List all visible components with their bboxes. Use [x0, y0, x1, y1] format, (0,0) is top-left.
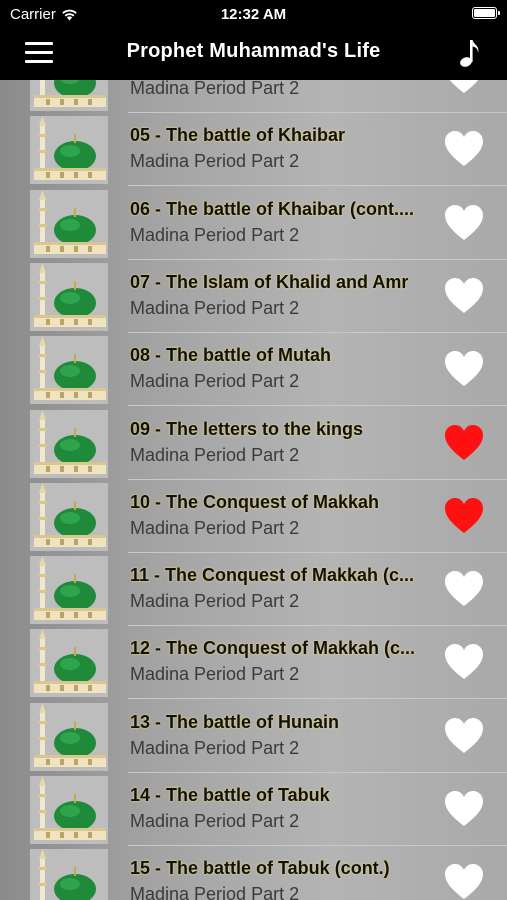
item-subtitle: Madina Period Part 2: [130, 224, 300, 245]
favorite-heart-icon[interactable]: [443, 423, 485, 463]
top-bar: Carrier 12:32 AM Prophet Muhammad's Life: [0, 0, 507, 80]
list-item[interactable]: 07 - The Islam of Khalid and Amr Madina P…: [0, 260, 507, 333]
mosque-thumbnail: [30, 116, 108, 185]
list-item[interactable]: 08 - The battle of Mutah Madina Period Pa…: [0, 333, 507, 407]
favorite-heart-icon[interactable]: [443, 862, 485, 900]
favorite-heart-icon[interactable]: [443, 349, 485, 389]
mosque-thumbnail: [30, 629, 108, 698]
item-subtitle: Madina Period Part 2: [130, 444, 300, 465]
episode-list[interactable]: Madina Period Part 2 05 - The battle of K…: [0, 80, 507, 900]
mosque-thumbnail: [30, 336, 108, 405]
status-bar: Carrier 12:32 AM: [0, 0, 507, 28]
item-title: 06 - The battle of Khaibar (cont....: [130, 198, 415, 219]
item-title: 12 - The Conquest of Makkah (c...: [130, 638, 416, 659]
mosque-thumbnail: [30, 556, 108, 625]
list-item[interactable]: 12 - The Conquest of Makkah (c... Madina …: [0, 626, 507, 700]
mosque-thumbnail: [30, 849, 108, 900]
mosque-thumbnail: [30, 776, 108, 844]
mosque-thumbnail: [30, 189, 108, 258]
item-subtitle: Madina Period Part 2: [130, 297, 300, 318]
favorite-heart-icon[interactable]: [443, 203, 485, 243]
list-item[interactable]: 06 - The battle of Khaibar (cont.... Madi…: [0, 187, 507, 260]
list-item[interactable]: 15 - The battle of Tabuk (cont.) Madina P…: [0, 846, 507, 900]
item-subtitle: Madina Period Part 2: [130, 591, 300, 612]
battery-icon: [472, 7, 500, 19]
item-subtitle: Madina Period Part 2: [130, 517, 300, 538]
mosque-thumbnail: [30, 80, 108, 111]
mosque-thumbnail: [30, 482, 108, 551]
page-title: Prophet Muhammad's Life: [126, 40, 381, 62]
mosque-thumbnail: [30, 262, 108, 331]
item-subtitle: Madina Period Part 2: [130, 664, 300, 685]
item-title: 14 - The battle of Tabuk: [130, 785, 330, 805]
favorite-heart-icon[interactable]: [443, 129, 485, 169]
list-item[interactable]: 14 - The battle of Tabuk Madina Period Pa…: [0, 773, 507, 846]
favorite-heart-icon[interactable]: [443, 642, 485, 682]
music-note-icon[interactable]: [459, 38, 481, 68]
status-time: 12:32 AM: [220, 6, 287, 23]
list-item[interactable]: 10 - The Conquest of Makkah Madina Period…: [0, 480, 507, 553]
mosque-thumbnail: [30, 409, 108, 478]
list-item[interactable]: 09 - The letters to the kings Madina Peri…: [0, 407, 507, 480]
item-subtitle: Madina Period Part 2: [130, 80, 300, 98]
favorite-heart-icon[interactable]: [443, 789, 485, 829]
list-item[interactable]: 05 - The battle of Khaibar Madina Period …: [0, 113, 507, 187]
favorite-heart-icon[interactable]: [443, 80, 485, 96]
favorite-heart-icon[interactable]: [443, 569, 485, 609]
navigation-bar: Prophet Muhammad's Life: [0, 28, 507, 80]
item-title: 08 - The battle of Mutah: [130, 345, 332, 366]
item-subtitle: Madina Period Part 2: [130, 811, 300, 831]
item-title: 05 - The battle of Khaibar: [130, 125, 346, 146]
item-title: 10 - The Conquest of Makkah: [130, 491, 380, 512]
item-subtitle: Madina Period Part 2: [130, 151, 300, 172]
favorite-heart-icon[interactable]: [443, 496, 485, 536]
item-title: 09 - The letters to the kings: [130, 418, 364, 439]
favorite-heart-icon[interactable]: [443, 716, 485, 756]
item-subtitle: Madina Period Part 2: [130, 371, 300, 392]
list-item[interactable]: 11 - The Conquest of Makkah (c... Madina …: [0, 553, 507, 627]
item-title: 13 - The battle of Hunain: [130, 711, 340, 732]
mosque-thumbnail: [30, 702, 108, 771]
item-subtitle: Madina Period Part 2: [130, 737, 300, 758]
favorite-heart-icon[interactable]: [443, 276, 485, 316]
item-subtitle: Madina Period Part 2: [130, 884, 300, 900]
item-title: 07 - The Islam of Khalid and Amr: [130, 271, 409, 292]
list-item[interactable]: 13 - The battle of Hunain Madina Period P…: [0, 700, 507, 773]
item-title: 11 - The Conquest of Makkah (c...: [130, 565, 415, 586]
item-title: 15 - The battle of Tabuk (cont.): [130, 858, 390, 879]
list-item[interactable]: Madina Period Part 2: [0, 80, 507, 113]
